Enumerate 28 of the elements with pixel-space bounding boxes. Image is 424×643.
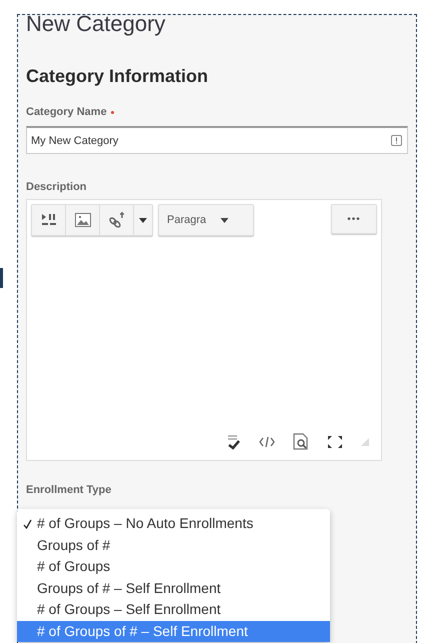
link-icon bbox=[108, 212, 126, 228]
image-icon bbox=[74, 213, 90, 227]
category-name-field[interactable]: My New Category bbox=[26, 126, 408, 154]
preview-icon bbox=[293, 433, 309, 450]
rich-text-editor[interactable]: Paragra ••• bbox=[26, 199, 382, 461]
menu-option[interactable]: # of Groups of # – Self Enrollment bbox=[17, 620, 330, 642]
menu-option[interactable]: Groups of # bbox=[17, 534, 330, 556]
field-label: Category Name bbox=[26, 105, 107, 119]
menu-option[interactable]: # of Groups – Self Enrollment bbox=[17, 599, 330, 620]
more-button[interactable]: ••• bbox=[331, 204, 377, 234]
resize-handle-icon[interactable] bbox=[361, 438, 369, 446]
field-label: Enrollment Type bbox=[26, 483, 112, 497]
caret-icon bbox=[139, 218, 147, 222]
code-icon bbox=[259, 436, 275, 448]
checkmark-icon bbox=[22, 518, 32, 529]
page-title: New Category bbox=[26, 11, 166, 37]
selection-marker bbox=[0, 268, 3, 288]
caret-icon bbox=[220, 218, 230, 222]
spellcheck-icon bbox=[227, 434, 241, 450]
fullscreen-icon bbox=[327, 434, 343, 448]
menu-option[interactable]: # of Groups bbox=[17, 556, 330, 578]
format-dropdown[interactable]: Paragra bbox=[158, 204, 254, 236]
menu-option[interactable]: # of Groups – No Auto Enrollments bbox=[17, 513, 330, 534]
menu-option[interactable]: Groups of # – Self Enrollment bbox=[17, 578, 330, 599]
section-heading: Category Information bbox=[26, 65, 210, 87]
info-icon bbox=[391, 135, 402, 146]
field-label: Description bbox=[26, 180, 88, 194]
play-pause-icon bbox=[40, 213, 56, 227]
